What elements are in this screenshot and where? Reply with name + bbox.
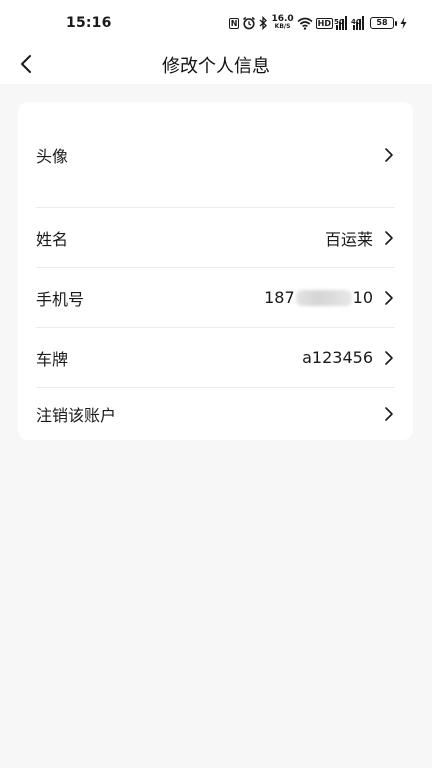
plate-row-right: a123456 <box>302 348 395 367</box>
avatar-row-right <box>383 147 395 163</box>
phone-value: 187 10 <box>264 288 373 307</box>
page-title: 修改个人信息 <box>162 56 270 77</box>
chevron-right-icon <box>385 230 393 245</box>
phone-value-prefix: 187 <box>264 288 295 307</box>
page-header: 修改个人信息 <box>0 44 432 84</box>
charging-icon <box>400 17 407 29</box>
name-value: 百运莱 <box>324 229 373 249</box>
plate-label: 车牌 <box>36 349 69 369</box>
alarm-icon <box>243 16 256 30</box>
nfc-icon: N <box>228 17 240 29</box>
phone-masked-segment <box>295 289 352 306</box>
deactivate-account-label: 注销该账户 <box>36 406 117 425</box>
phone-row[interactable]: 手机号 187 10 <box>36 268 395 328</box>
name-row-right: 百运莱 <box>325 226 395 250</box>
phone-value-suffix: 10 <box>352 288 373 307</box>
phone-row-right: 187 10 <box>264 288 395 307</box>
status-icons: N 16.0 KB/S HD 5G 4G 58 <box>228 14 407 32</box>
wifi-icon <box>297 17 313 30</box>
profile-card: 头像 姓名 百运莱 手机号 187 10 车牌 a123456 注销该账户 <box>18 102 413 440</box>
battery-icon: 58 <box>370 17 397 29</box>
chevron-right-icon <box>385 147 393 162</box>
plate-value: a123456 <box>302 348 373 367</box>
bluetooth-icon <box>259 16 268 30</box>
status-bar: 15:16 N 16.0 KB/S HD 5G 4G 58 <box>0 0 432 44</box>
chevron-right-icon <box>385 290 393 305</box>
avatar-row[interactable]: 头像 <box>36 102 395 208</box>
signal-5g-label: 5G <box>334 18 345 26</box>
network-speed-unit: KB/S <box>274 23 291 30</box>
name-row[interactable]: 姓名 百运莱 <box>36 208 395 268</box>
plate-row[interactable]: 车牌 a123456 <box>36 328 395 388</box>
deactivate-row-right <box>383 406 395 422</box>
phone-label: 手机号 <box>36 289 85 309</box>
signal-5g-icon: 5G <box>334 16 350 30</box>
chevron-right-icon <box>385 407 393 421</box>
hd-badge: HD <box>315 17 333 29</box>
battery-level: 58 <box>370 17 394 29</box>
network-speed: 16.0 KB/S <box>271 15 293 31</box>
deactivate-account-row[interactable]: 注销该账户 <box>36 388 395 440</box>
chevron-right-icon <box>385 350 393 365</box>
avatar-label: 头像 <box>36 146 69 166</box>
signal-4g-label: 4G <box>351 18 362 26</box>
name-label: 姓名 <box>36 229 69 249</box>
network-speed-value: 16.0 <box>271 14 294 24</box>
status-time: 15:16 <box>66 15 112 31</box>
signal-4g-icon: 4G <box>351 16 367 30</box>
